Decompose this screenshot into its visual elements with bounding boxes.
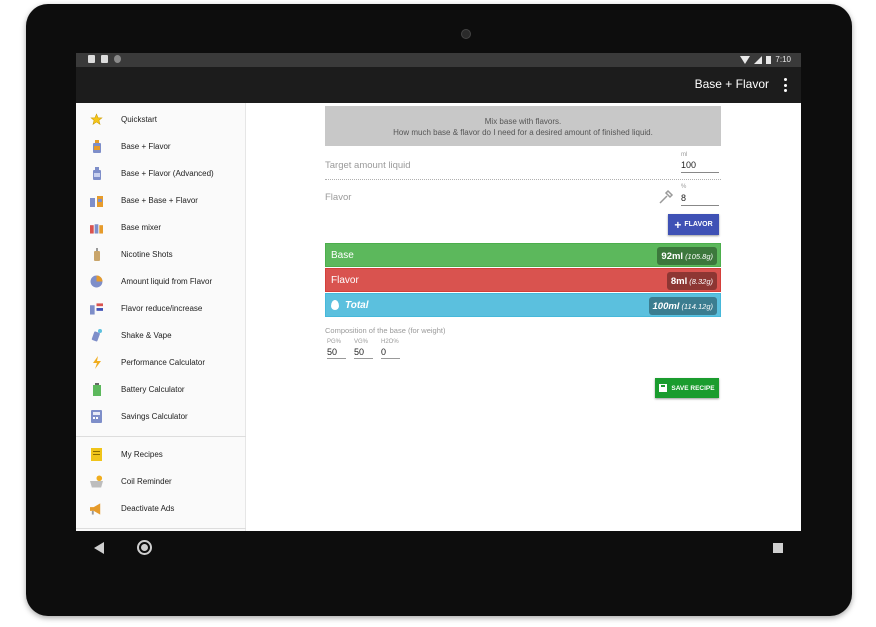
result-base-bar: Base 92ml (105.8g) <box>325 243 721 267</box>
result-flavor-grams: (8.32g) <box>689 276 713 286</box>
app-title: Base + Flavor <box>694 77 769 91</box>
battery-status-icon <box>766 55 772 64</box>
bottle-advanced-icon <box>90 167 103 180</box>
navigation-drawer: Quickstart Base + Flavor Base + Flavor (… <box>76 103 246 565</box>
bottles-icon <box>90 194 103 207</box>
megaphone-icon <box>90 502 103 515</box>
result-flavor-value: 8ml (8.32g) <box>666 272 717 290</box>
star-icon <box>90 113 103 126</box>
drawer-item-coil-reminder[interactable]: Coil Reminder <box>76 468 246 495</box>
pie-chart-icon <box>90 275 103 288</box>
drop-icon <box>331 300 339 310</box>
app-bar: Base + Flavor <box>76 67 801 103</box>
composition-label: Composition of the base (for weight) <box>325 326 446 335</box>
result-total-value: 100ml (114.12g) <box>648 297 717 315</box>
divider <box>325 179 721 180</box>
result-flavor-label: Flavor <box>331 274 359 286</box>
pg-input[interactable]: 50 <box>327 347 346 359</box>
drawer-divider <box>76 528 246 529</box>
home-icon[interactable] <box>137 540 152 555</box>
vg-label: VG% <box>354 339 369 345</box>
recent-apps-icon[interactable] <box>773 543 783 553</box>
add-flavor-button[interactable]: + FLAVOR <box>668 214 719 235</box>
status-bar: 7:10 <box>76 53 801 67</box>
save-recipe-label: SAVE RECIPE <box>671 384 715 392</box>
status-time: 7:10 <box>775 55 791 64</box>
wifi-icon <box>740 55 751 64</box>
reduce-increase-icon <box>90 302 103 315</box>
drawer-item-my-recipes[interactable]: My Recipes <box>76 441 246 468</box>
result-base-value: 92ml (105.8g) <box>657 247 717 265</box>
drawer-item-deactivate-ads[interactable]: Deactivate Ads <box>76 495 246 522</box>
mixer-icon <box>90 221 103 234</box>
drawer-item-performance[interactable]: Performance Calculator <box>76 349 246 376</box>
lightning-icon <box>90 356 103 369</box>
calculator-icon <box>90 410 103 423</box>
result-total-ml: 100ml <box>652 300 680 312</box>
result-base-label: Base <box>331 249 354 261</box>
drawer-item-base-flavor-advanced[interactable]: Base + Flavor (Advanced) <box>76 160 246 187</box>
banner-line-1: Mix base with flavors. <box>484 117 562 126</box>
save-recipe-button[interactable]: SAVE RECIPE <box>655 378 719 398</box>
info-banner: Mix base with flavors. How much base & f… <box>325 106 721 146</box>
add-flavor-label: FLAVOR <box>684 221 713 228</box>
h2o-input[interactable]: 0 <box>381 347 400 359</box>
system-nav-bar <box>76 531 801 565</box>
drawer-divider <box>76 436 246 437</box>
plus-icon: + <box>674 217 682 232</box>
drawer-item-shake-vape[interactable]: Shake & Vape <box>76 322 246 349</box>
coil-icon <box>90 475 103 488</box>
more-vert-icon[interactable] <box>783 78 787 92</box>
result-total-bar: Total 100ml (114.12g) <box>325 293 721 317</box>
screen: 7:10 Base + Flavor Quickstart Base + Fla… <box>76 53 801 565</box>
bottle-icon <box>90 140 103 153</box>
drawer-item-quickstart[interactable]: Quickstart <box>76 106 246 133</box>
drawer-item-base-flavor[interactable]: Base + Flavor <box>76 133 246 160</box>
drawer-item-battery[interactable]: Battery Calculator <box>76 376 246 403</box>
vg-input[interactable]: 50 <box>354 347 373 359</box>
h2o-label: H2O% <box>381 339 399 345</box>
flavor-unit: % <box>681 184 687 190</box>
drawer-item-amount-liquid[interactable]: Amount liquid from Flavor <box>76 268 246 295</box>
battery-icon <box>90 383 103 396</box>
notification-icon <box>88 55 95 63</box>
front-camera <box>461 29 471 39</box>
result-flavor-ml: 8ml <box>670 275 688 287</box>
shake-icon <box>90 329 103 342</box>
sd-card-icon <box>101 55 108 63</box>
save-icon <box>659 384 668 392</box>
result-base-grams: (105.8g) <box>685 251 713 261</box>
drawer-item-savings[interactable]: Savings Calculator <box>76 403 246 430</box>
drawer-item-base-base-flavor[interactable]: Base + Base + Flavor <box>76 187 246 214</box>
sync-icon <box>114 55 121 63</box>
pg-label: PG% <box>327 339 342 345</box>
result-total-label: Total <box>345 299 369 311</box>
back-icon[interactable] <box>94 542 104 554</box>
signal-icon <box>754 55 763 64</box>
target-unit: ml <box>681 152 688 158</box>
target-amount-input[interactable]: 100 <box>681 160 719 173</box>
pipette-icon <box>658 189 674 205</box>
main-content: Mix base with flavors. How much base & f… <box>246 103 801 565</box>
drawer-item-base-mixer[interactable]: Base mixer <box>76 214 246 241</box>
flavor-percent-input[interactable]: 8 <box>681 193 719 206</box>
drawer-item-nicotine-shots[interactable]: Nicotine Shots <box>76 241 246 268</box>
drawer-item-flavor-reduce[interactable]: Flavor reduce/increase <box>76 295 246 322</box>
recipe-book-icon <box>90 448 103 461</box>
result-flavor-bar: Flavor 8ml (8.32g) <box>325 268 721 292</box>
nicotine-icon <box>90 248 103 261</box>
banner-line-2: How much base & flavor do I need for a d… <box>393 128 653 137</box>
result-total-grams: (114.12g) <box>681 301 713 311</box>
target-amount-label: Target amount liquid <box>325 160 411 171</box>
result-base-ml: 92ml <box>661 250 684 262</box>
flavor-label: Flavor <box>325 192 352 203</box>
